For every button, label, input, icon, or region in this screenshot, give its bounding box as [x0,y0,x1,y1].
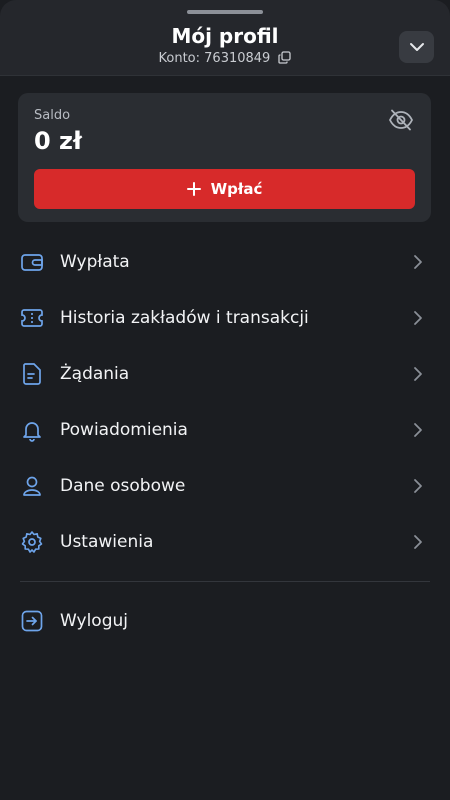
chevron-right-icon [410,533,426,551]
menu-item-label: Żądania [60,364,130,384]
chevron-right-icon [410,253,426,271]
menu-item-label: Dane osobowe [60,476,186,496]
menu-item-settings[interactable]: Ustawienia [0,514,450,570]
menu-item-label: Historia zakładów i transakcji [60,308,309,328]
deposit-button[interactable]: Wpłać [34,169,415,209]
page-title: Mój profil [171,24,279,48]
logout-icon [20,609,44,633]
chevron-right-icon [410,421,426,439]
gear-icon [20,530,44,554]
menu-item-requests[interactable]: Żądania [0,346,450,402]
menu-item-label: Ustawienia [60,532,154,552]
balance-card: Saldo 0 zł Wpłać [18,93,431,222]
bell-icon [20,418,44,442]
menu-item-withdrawal[interactable]: Wypłata [0,234,450,290]
chevron-down-icon [409,42,425,52]
chevron-right-icon [410,309,426,327]
menu-item-label: Powiadomienia [60,420,188,440]
document-icon [20,362,44,386]
menu-item-history[interactable]: Historia zakładów i transakcji [0,290,450,346]
balance-label: Saldo [34,108,71,123]
logout-label: Wyloguj [60,611,128,631]
account-number: Konto: 76310849 [0,51,450,67]
chevron-right-icon [410,477,426,495]
chevron-right-icon [410,365,426,383]
account-label: Konto: 76310849 [158,51,271,66]
copy-icon[interactable] [278,51,292,64]
user-icon [20,474,44,498]
wallet-icon [20,250,44,274]
profile-menu: Wypłata Historia zakładów i transakcji Ż… [0,234,450,570]
balance-value: 0 zł [34,127,82,155]
menu-item-personal-data[interactable]: Dane osobowe [0,458,450,514]
plus-icon [186,182,201,196]
logout-button[interactable]: Wyloguj [0,593,450,649]
profile-sheet: Mój profil Konto: 76310849 Saldo 0 zł Wp… [0,0,450,800]
menu-item-notifications[interactable]: Powiadomienia [0,402,450,458]
drag-handle[interactable] [187,10,263,14]
menu-item-label: Wypłata [60,252,130,272]
collapse-button[interactable] [399,31,434,63]
divider [20,581,430,582]
ticket-icon [20,306,44,330]
deposit-label: Wpłać [210,180,263,198]
eye-off-icon[interactable] [387,108,415,132]
